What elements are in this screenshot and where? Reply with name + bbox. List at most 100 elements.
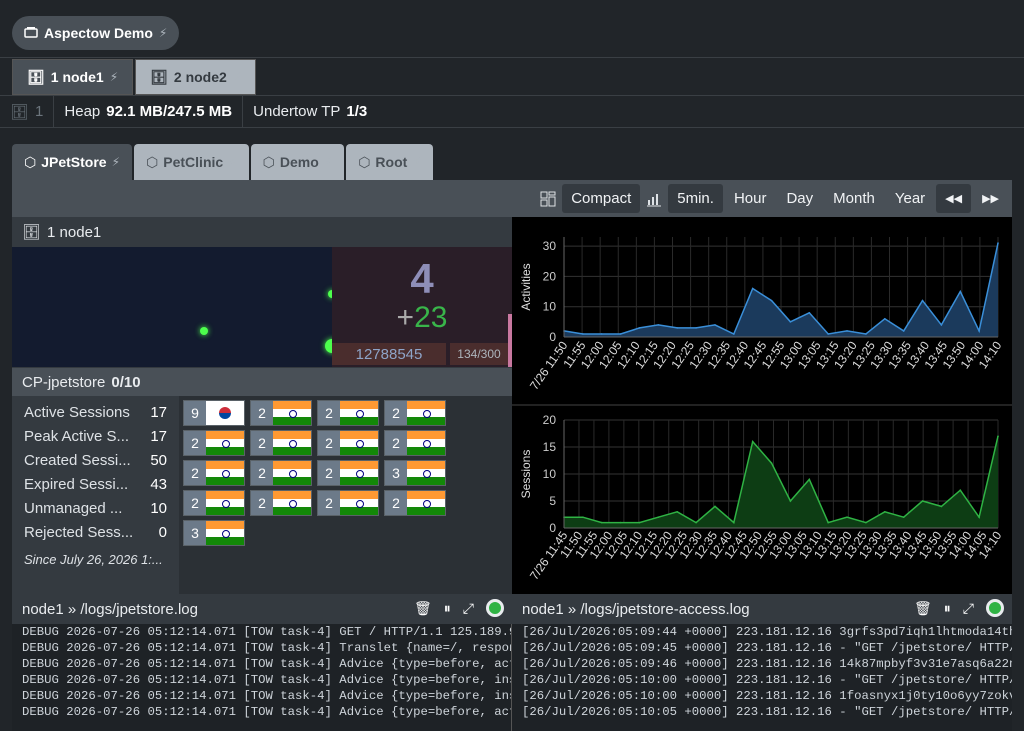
heap-usage: Heap 92.1 MB/247.5 MB <box>54 95 244 128</box>
data-point <box>657 516 660 518</box>
expand-icon[interactable]: ⤢ <box>463 600 474 617</box>
range-month-button[interactable]: Month <box>824 184 884 213</box>
india-flag-icon <box>407 431 445 455</box>
session-location-cell[interactable]: 3 <box>384 460 446 486</box>
session-location-cell[interactable]: 2 <box>384 400 446 426</box>
cp-name: CP-jpetstore <box>22 373 106 391</box>
india-flag-icon <box>340 491 378 515</box>
tab-demo[interactable]: ⬡ Demo ⚡ <box>250 144 345 180</box>
previous-button[interactable]: ◀◀ <box>936 184 972 213</box>
pause-icon[interactable]: ⏸ <box>444 600 451 617</box>
log-line: DEBUG 2026-07-26 05:12:14.071 [TOW task-… <box>22 625 512 639</box>
log-output-jpetstore[interactable]: DEBUG 2026-07-26 05:12:14.071 [TOW task-… <box>12 624 512 731</box>
session-location-cell[interactable]: 2 <box>183 460 245 486</box>
session-count: 2 <box>318 491 340 515</box>
data-point <box>619 521 622 524</box>
expand-icon[interactable]: ⤢ <box>963 600 974 617</box>
data-point <box>695 327 697 329</box>
stat-value: 17 <box>150 403 167 421</box>
session-location-cell[interactable]: 2 <box>317 460 379 486</box>
session-count: 2 <box>318 431 340 455</box>
session-count: 2 <box>251 401 273 425</box>
tab-petclinic[interactable]: ⬡ PetClinic ⚡ <box>134 144 249 180</box>
session-location-cell[interactable]: 2 <box>317 490 379 516</box>
data-point <box>770 299 773 302</box>
y-tick-label: 15 <box>543 440 557 454</box>
data-point <box>582 333 584 335</box>
session-location-cell[interactable]: 2 <box>384 430 446 456</box>
session-location-cell[interactable]: 2 <box>183 490 245 516</box>
layout-grid-icon[interactable] <box>536 184 560 213</box>
stat-row: Active Sessions 17 <box>24 400 167 424</box>
session-location-cell[interactable]: 9 <box>183 400 245 426</box>
session-count: 2 <box>385 491 407 515</box>
tab-node1[interactable]: 🗄 1 node1 ⚡ <box>12 59 134 95</box>
stat-value: 43 <box>150 475 167 493</box>
session-location-cell[interactable]: 2 <box>317 400 379 426</box>
cube-icon: ⬡ <box>262 153 275 170</box>
server-icon <box>24 25 38 41</box>
data-point <box>940 324 943 326</box>
data-point <box>733 333 735 335</box>
trash-icon[interactable]: 🗑 <box>414 600 432 617</box>
data-point <box>751 440 754 443</box>
session-location-cell[interactable]: 2 <box>183 430 245 456</box>
session-location-cell[interactable]: 2 <box>317 430 379 456</box>
stat-label: Rejected Sess... <box>24 523 134 541</box>
south-korea-flag-icon <box>206 401 244 425</box>
database-icon: 🗄 <box>22 224 42 241</box>
trash-icon[interactable]: 🗑 <box>914 600 932 617</box>
session-location-cell[interactable]: 2 <box>384 490 446 516</box>
session-location-cell[interactable]: 3 <box>183 520 245 546</box>
data-point <box>676 511 679 513</box>
bolt-icon: ⚡ <box>111 155 121 169</box>
data-point <box>883 318 886 320</box>
cube-icon: ⬡ <box>358 153 371 170</box>
app-title-pill[interactable]: Aspectow Demo ⚡ <box>12 16 180 50</box>
range-5min-button[interactable]: 5min. <box>668 184 723 213</box>
range-hour-button[interactable]: Hour <box>725 184 776 213</box>
thread-ratio: 134/300 <box>450 343 508 365</box>
log-output-access[interactable]: [26/Jul/2026:05:09:44 +0000] 223.181.12.… <box>512 624 1012 731</box>
session-location-cell[interactable]: 2 <box>250 400 312 426</box>
session-count: 2 <box>318 401 340 425</box>
data-point <box>902 330 905 332</box>
data-point <box>657 324 660 326</box>
tab-root[interactable]: ⬡ Root ⚡ <box>346 144 433 180</box>
log-line: DEBUG 2026-07-26 05:12:14.071 [TOW task-… <box>22 705 512 719</box>
cube-icon: ⬡ <box>24 153 37 170</box>
log-title: node1 » /logs/jpetstore.log <box>22 600 198 618</box>
stat-row: Peak Active S... 17 <box>24 424 167 448</box>
pause-icon[interactable]: ⏸ <box>944 600 951 617</box>
stat-value: 50 <box>150 451 167 469</box>
data-point <box>714 324 716 326</box>
activity-counter: 4 +23 12788545 134/300 <box>332 247 512 367</box>
toolbar: Compact 5min. Hour Day Month Year ◀◀ ▶▶ <box>12 180 1012 217</box>
session-location-cell[interactable]: 2 <box>250 430 312 456</box>
cp-value: 0/10 <box>111 373 141 391</box>
session-count: 2 <box>251 431 273 455</box>
compact-button[interactable]: Compact <box>562 184 641 213</box>
log-line: [26/Jul/2026:05:10:00 +0000] 223.181.12.… <box>522 673 1012 687</box>
session-location-cell[interactable]: 2 <box>250 460 312 486</box>
data-point <box>751 287 754 290</box>
tab-demo-label: Demo <box>279 154 319 170</box>
range-day-button[interactable]: Day <box>777 184 822 213</box>
session-location-cell[interactable]: 2 <box>250 490 312 516</box>
database-icon: 🗄 <box>27 68 45 85</box>
tab-node2-label: 2 node2 <box>173 69 227 85</box>
next-button[interactable]: ▶▶ <box>973 184 1008 213</box>
live-status-icon[interactable] <box>486 599 504 617</box>
y-tick-label: 5 <box>549 494 556 508</box>
india-flag-icon <box>206 431 244 455</box>
live-status-icon[interactable] <box>986 599 1004 617</box>
range-year-button[interactable]: Year <box>886 184 934 213</box>
connection-pool-header: CP-jpetstore 0/10 <box>12 368 512 396</box>
tab-jpetstore[interactable]: ⬡ JPetStore ⚡ <box>12 144 133 180</box>
data-point <box>789 321 792 323</box>
session-count: 2 <box>251 491 273 515</box>
tab-node2[interactable]: 🗄 2 node2 ⚡ <box>135 59 257 95</box>
bar-chart-icon[interactable] <box>642 184 666 213</box>
session-count: 2 <box>385 401 407 425</box>
data-point <box>582 516 584 518</box>
